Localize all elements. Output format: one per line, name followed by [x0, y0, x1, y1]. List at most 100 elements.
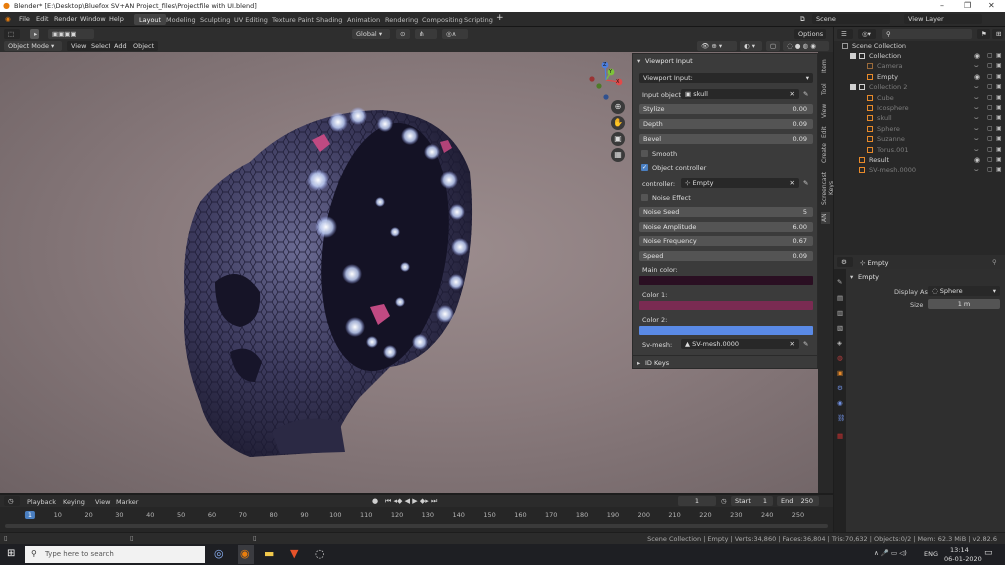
playback-controls[interactable]: ⏮ ◂◆ ◀ ▶ ◆▸ ⏭ — [385, 497, 437, 506]
menu-object[interactable]: Object — [129, 41, 159, 51]
close-icon[interactable]: ✕ — [988, 1, 995, 10]
tab-view[interactable]: View — [821, 102, 830, 120]
tool-tab-icon[interactable]: ✎ — [837, 278, 842, 286]
visibility-eye-icon[interactable]: ⌣ — [974, 93, 979, 103]
start-frame-field[interactable]: Start 1 — [731, 496, 773, 506]
collection-checkbox-icon[interactable] — [850, 84, 856, 91]
collection-checkbox-icon[interactable] — [850, 53, 856, 59]
output-tab-icon[interactable]: ▥ — [837, 309, 843, 317]
object-tab-icon[interactable]: ▣ — [837, 369, 843, 377]
windows-start-icon[interactable]: ⊞ — [7, 548, 15, 559]
render-visibility-icon[interactable]: ▣ — [996, 165, 1002, 175]
color1-swatch[interactable] — [639, 301, 813, 310]
minimize-icon[interactable]: – — [940, 1, 944, 10]
world-tab-icon[interactable]: ◍ — [837, 354, 843, 362]
display-as-dropdown[interactable]: ◌ Sphere ▾ — [928, 286, 1000, 296]
app-icon[interactable]: ◌ — [315, 547, 325, 560]
svmesh-field[interactable]: ▲ SV-mesh.0000 ✕ — [681, 339, 799, 349]
maximize-icon[interactable]: ❐ — [964, 1, 971, 10]
speed-field[interactable]: Speed 0.09 — [639, 251, 813, 261]
tab-create[interactable]: Create — [821, 142, 830, 164]
properties-editor-type-icon[interactable]: ⚙ — [837, 257, 853, 267]
select-mode-buttons[interactable]: ▣▣▣▣ — [48, 29, 94, 39]
navigation-gizmo[interactable]: X Y Z — [586, 60, 626, 100]
menu-marker[interactable]: Marker — [116, 498, 138, 506]
selectable-icon[interactable]: ▢ — [987, 103, 993, 113]
outliner-row[interactable]: Empty ◉ ▢ ▣ — [834, 72, 1005, 82]
controller-eyedropper-icon[interactable]: ✎ — [803, 179, 808, 187]
menu-file[interactable]: File — [19, 15, 30, 23]
main-color-swatch[interactable] — [639, 276, 813, 285]
outliner-row[interactable]: Sphere ⌣ ▢ ▣ — [834, 124, 1005, 134]
render-visibility-icon[interactable]: ▣ — [996, 124, 1002, 134]
selectable-icon[interactable]: ▢ — [987, 61, 993, 71]
id-keys-panel[interactable]: ▸ ID Keys — [632, 355, 818, 369]
panel-collapse-icon[interactable]: ▾ — [637, 57, 640, 65]
noise-amplitude-field[interactable]: Noise Amplitude 6.00 — [639, 222, 813, 232]
blender-menu-icon[interactable]: ◉ — [5, 15, 11, 23]
selectable-icon[interactable]: ▢ — [987, 93, 993, 103]
outliner-row[interactable]: Camera ⌣ ▢ ▣ — [834, 61, 1005, 71]
timeline-scrollbar[interactable] — [5, 524, 828, 528]
view-layer-tab-icon[interactable]: ▧ — [837, 324, 843, 332]
visibility-eye-icon[interactable]: ◉ — [974, 72, 980, 82]
selectable-icon[interactable]: ▢ — [987, 145, 993, 155]
outliner-row[interactable]: Suzanne ⌣ ▢ ▣ — [834, 134, 1005, 144]
new-collection-icon[interactable]: ⊞ — [992, 29, 1003, 39]
input-object-field[interactable]: ▣ skull ✕ — [681, 89, 799, 99]
outliner-root[interactable]: Scene Collection — [834, 41, 1005, 51]
end-frame-field[interactable]: End 250 — [777, 496, 819, 506]
selectable-icon[interactable]: ▢ — [987, 155, 993, 165]
render-visibility-icon[interactable]: ▣ — [996, 134, 1002, 144]
data-tab-icon[interactable]: ▦ — [837, 432, 843, 440]
visibility-eye-icon[interactable]: ⌣ — [974, 61, 979, 71]
render-visibility-icon[interactable]: ▣ — [996, 61, 1002, 71]
cortana-icon[interactable]: ◎ — [214, 547, 224, 560]
select-tool-icon[interactable]: ▸ — [30, 29, 39, 39]
smooth-checkbox[interactable] — [641, 150, 648, 157]
modifiers-tab-icon[interactable]: ⚙ — [837, 384, 843, 392]
noise-frequency-field[interactable]: Noise Frequency 0.67 — [639, 236, 813, 246]
snap-icon[interactable]: ⋔ — [415, 29, 437, 39]
perspective-grid-icon[interactable]: ▦ — [611, 148, 625, 162]
visibility-eye-icon[interactable]: ⌣ — [974, 145, 979, 155]
visibility-eye-icon[interactable]: ◉ — [974, 155, 980, 165]
tab-animation[interactable]: Animation — [342, 14, 385, 25]
empty-panel-collapse-icon[interactable]: ▾ — [850, 273, 853, 281]
visibility-eye-icon[interactable]: ⌣ — [974, 113, 979, 123]
object-mode-dropdown[interactable]: Object Mode ▾ — [4, 41, 62, 51]
tray-icons[interactable]: ∧ 🎤 ▭ ◁) — [874, 549, 907, 557]
visibility-eye-icon[interactable]: ⌣ — [974, 82, 979, 92]
bevel-field[interactable]: Bevel 0.09 — [639, 134, 813, 144]
constraints-tab-icon[interactable]: ⛓ — [837, 414, 845, 422]
selectable-icon[interactable]: ▢ — [987, 113, 993, 123]
outliner-row[interactable]: Result ◉ ▢ ▣ — [834, 155, 1005, 165]
render-visibility-icon[interactable]: ▣ — [996, 93, 1002, 103]
outliner-display-mode-icon[interactable]: ◎▾ — [858, 29, 876, 39]
menu-playback[interactable]: Playback — [27, 498, 56, 506]
proportional-edit-icon[interactable]: ◎∧ — [442, 29, 468, 39]
view-layer-selector[interactable]: View Layer — [904, 14, 982, 24]
menu-keying[interactable]: Keying — [63, 498, 85, 506]
pan-hand-icon[interactable]: ✋ — [611, 116, 625, 130]
outliner-filter-icon[interactable]: ⚑ — [977, 29, 990, 39]
timeline[interactable]: 1 10 20 30 40 50 60 70 80 90 100 110 120 130 140 150 160… — [0, 507, 833, 532]
visibility-gizmo-buttons[interactable]: 👁 ⊕ ▾ — [697, 41, 737, 51]
language-indicator[interactable]: ENG — [924, 550, 938, 558]
physics-tab-icon[interactable]: ◉ — [837, 399, 843, 407]
outliner-row[interactable]: Torus.001 ⌣ ▢ ▣ — [834, 145, 1005, 155]
camera-view-icon[interactable]: ▣ — [611, 132, 625, 146]
noise-effect-checkbox[interactable] — [641, 194, 648, 201]
visibility-eye-icon[interactable]: ⌣ — [974, 165, 979, 175]
selectable-icon[interactable]: ▢ — [987, 82, 993, 92]
pivot-icon[interactable]: ⊙ — [396, 29, 410, 39]
menu-timeline-view[interactable]: View — [95, 498, 110, 506]
outliner-row[interactable]: Cube ⌣ ▢ ▣ — [834, 93, 1005, 103]
outliner-row[interactable]: skull ⌣ ▢ ▣ — [834, 113, 1005, 123]
svmesh-eyedropper-icon[interactable]: ✎ — [803, 340, 808, 348]
tab-edit[interactable]: Edit — [821, 124, 830, 140]
record-icon[interactable]: ● — [372, 497, 378, 505]
tab-scripting[interactable]: Scripting — [459, 14, 498, 25]
options-dropdown[interactable]: Options — [794, 29, 826, 39]
visibility-eye-icon[interactable]: ⌣ — [974, 124, 979, 134]
